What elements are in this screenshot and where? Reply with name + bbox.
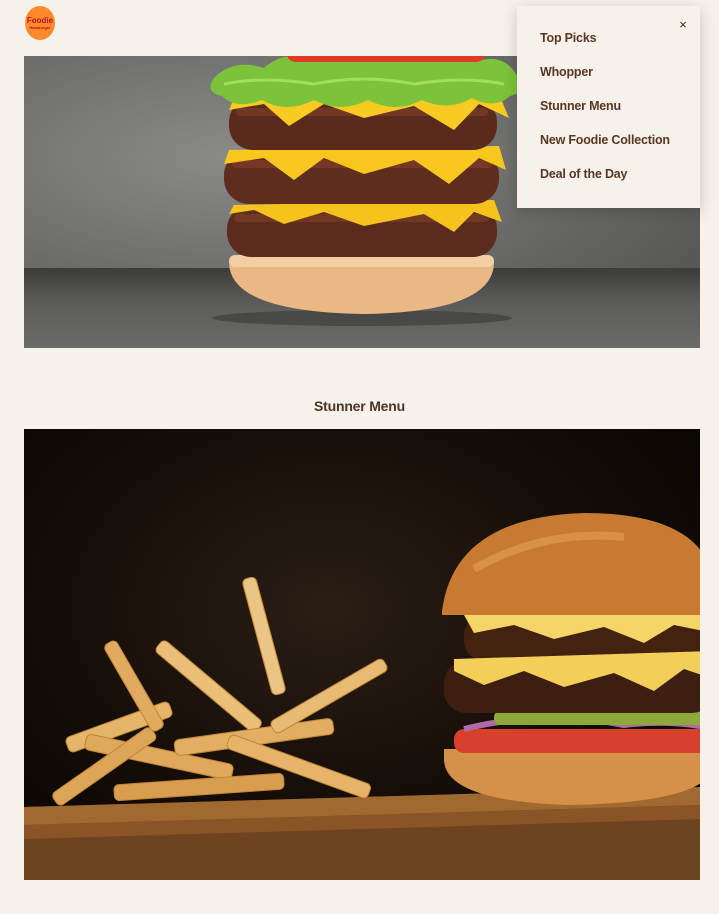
navigation-dropdown-menu: × Top Picks Whopper Stunner Menu New Foo… <box>517 6 700 208</box>
menu-item-new-foodie-collection[interactable]: New Foodie Collection <box>540 133 670 167</box>
menu-item-deal-of-the-day[interactable]: Deal of the Day <box>540 167 670 201</box>
logo-text-secondary: Hamburger <box>29 24 51 30</box>
section-title: Stunner Menu <box>314 398 405 414</box>
close-icon[interactable]: × <box>676 18 690 32</box>
menu-item-top-picks[interactable]: Top Picks <box>540 31 670 65</box>
menu-item-stunner-menu[interactable]: Stunner Menu <box>540 99 670 133</box>
burger-and-fries-illustration <box>24 513 700 880</box>
stunner-menu-image <box>24 429 700 880</box>
foodie-logo[interactable]: Foodie Hamburger <box>25 6 55 40</box>
logo-text-primary: Foodie <box>26 15 54 25</box>
menu-item-whopper[interactable]: Whopper <box>540 65 670 99</box>
menu-list: Top Picks Whopper Stunner Menu New Foodi… <box>540 31 670 201</box>
